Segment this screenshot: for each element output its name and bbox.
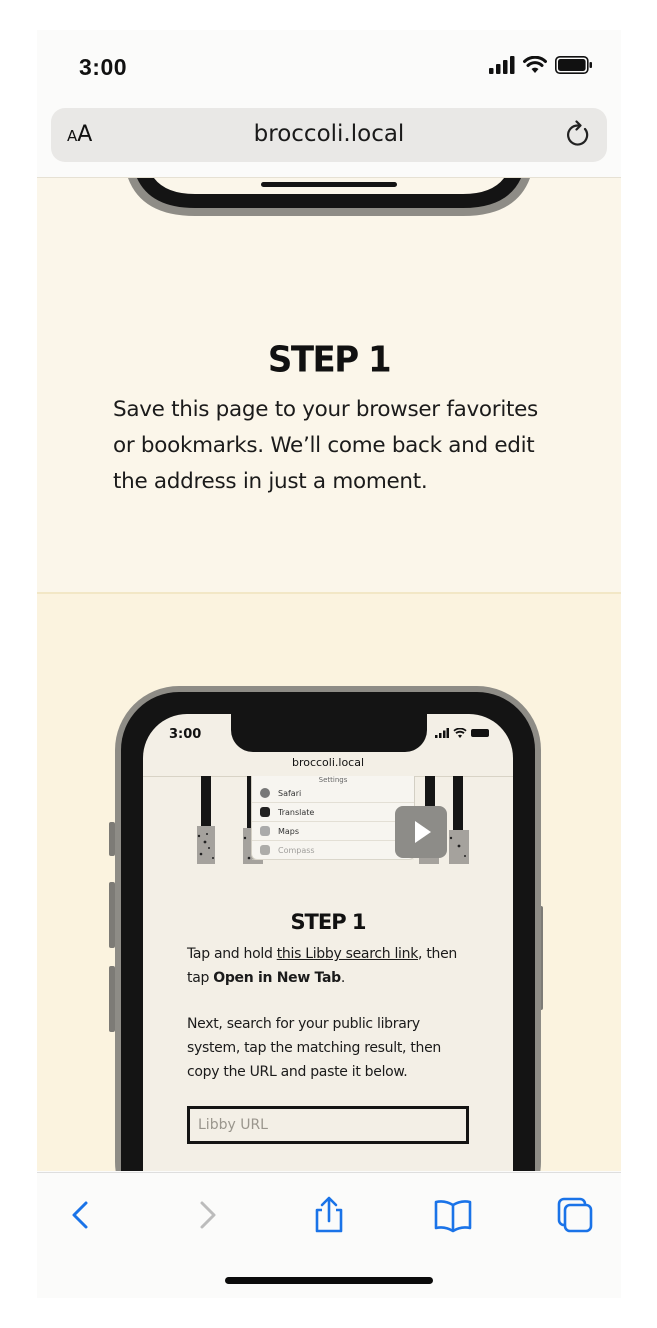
battery-icon bbox=[555, 56, 592, 74]
mock-step-title: STEP 1 bbox=[290, 910, 366, 934]
instruction-illustration-section: 3:00 broccoli.local Settings Safari Tran… bbox=[37, 592, 621, 1171]
settings-row: Compass bbox=[252, 841, 414, 860]
wifi-icon bbox=[453, 728, 467, 738]
phone-notch bbox=[231, 714, 427, 752]
url-text[interactable]: broccoli.local bbox=[51, 121, 607, 147]
libby-search-link[interactable]: this Libby search link bbox=[277, 946, 419, 962]
settings-title: Settings bbox=[318, 776, 348, 784]
open-in-new-tab-text: Open in New Tab bbox=[213, 970, 341, 986]
back-icon[interactable] bbox=[61, 1195, 101, 1235]
settings-row: Safari bbox=[252, 784, 414, 803]
mock-status-icons bbox=[435, 728, 491, 738]
cellular-signal-icon bbox=[489, 56, 515, 74]
web-content: STEP 1 Save this page to your browser fa… bbox=[37, 177, 621, 1171]
settings-row: Maps bbox=[252, 822, 414, 841]
tabs-icon[interactable] bbox=[555, 1195, 595, 1235]
bookmarks-icon[interactable] bbox=[433, 1195, 473, 1235]
mock-instructions: Tap and hold this Libby search link, the… bbox=[187, 946, 457, 986]
phone-illustration: 3:00 broccoli.local Settings Safari Tran… bbox=[115, 686, 541, 1171]
step-title: STEP 1 bbox=[267, 339, 392, 381]
wifi-icon bbox=[523, 56, 547, 73]
phone-bezel: 3:00 broccoli.local Settings Safari Tran… bbox=[121, 692, 535, 1171]
phone-illustration-bottom-edge bbox=[128, 178, 530, 216]
step-description: Save this page to your browser favorites… bbox=[113, 397, 538, 494]
forward-icon[interactable] bbox=[187, 1195, 227, 1235]
play-icon[interactable] bbox=[395, 806, 447, 858]
settings-list-preview: Settings Safari Translate Maps Compass bbox=[251, 776, 415, 860]
mock-url-text: broccoli.local bbox=[291, 756, 365, 769]
video-preview[interactable]: Settings Safari Translate Maps Compass bbox=[195, 776, 471, 864]
mock-instructions-paragraph: Next, search for your public library sys… bbox=[187, 1016, 441, 1080]
settings-row: Translate bbox=[252, 803, 414, 822]
libby-url-input[interactable]: Libby URL bbox=[187, 1106, 469, 1144]
compass-icon bbox=[260, 845, 270, 855]
speckle-decoration bbox=[197, 776, 215, 864]
translate-icon bbox=[260, 807, 270, 817]
bottom-toolbar bbox=[37, 1172, 621, 1298]
step1-section: STEP 1 Save this page to your browser fa… bbox=[37, 178, 621, 592]
home-indicator[interactable] bbox=[225, 1277, 433, 1284]
speckle-decoration bbox=[449, 776, 469, 864]
phone-screen: 3:00 AA broccoli.local STEP 1 Save this … bbox=[37, 30, 621, 1298]
status-bar: 3:00 bbox=[37, 30, 621, 106]
status-time: 3:00 bbox=[79, 54, 128, 80]
phone-illustration-screen: 3:00 broccoli.local Settings Safari Tran… bbox=[143, 714, 513, 1171]
mock-status-time: 3:00 bbox=[169, 727, 202, 742]
status-icons bbox=[489, 56, 593, 74]
share-icon[interactable] bbox=[309, 1195, 349, 1235]
maps-icon bbox=[260, 826, 270, 836]
safari-icon bbox=[260, 788, 270, 798]
battery-icon bbox=[471, 729, 489, 737]
cellular-signal-icon bbox=[435, 728, 449, 738]
reload-icon[interactable] bbox=[563, 120, 593, 150]
address-bar[interactable]: AA broccoli.local bbox=[51, 108, 607, 162]
